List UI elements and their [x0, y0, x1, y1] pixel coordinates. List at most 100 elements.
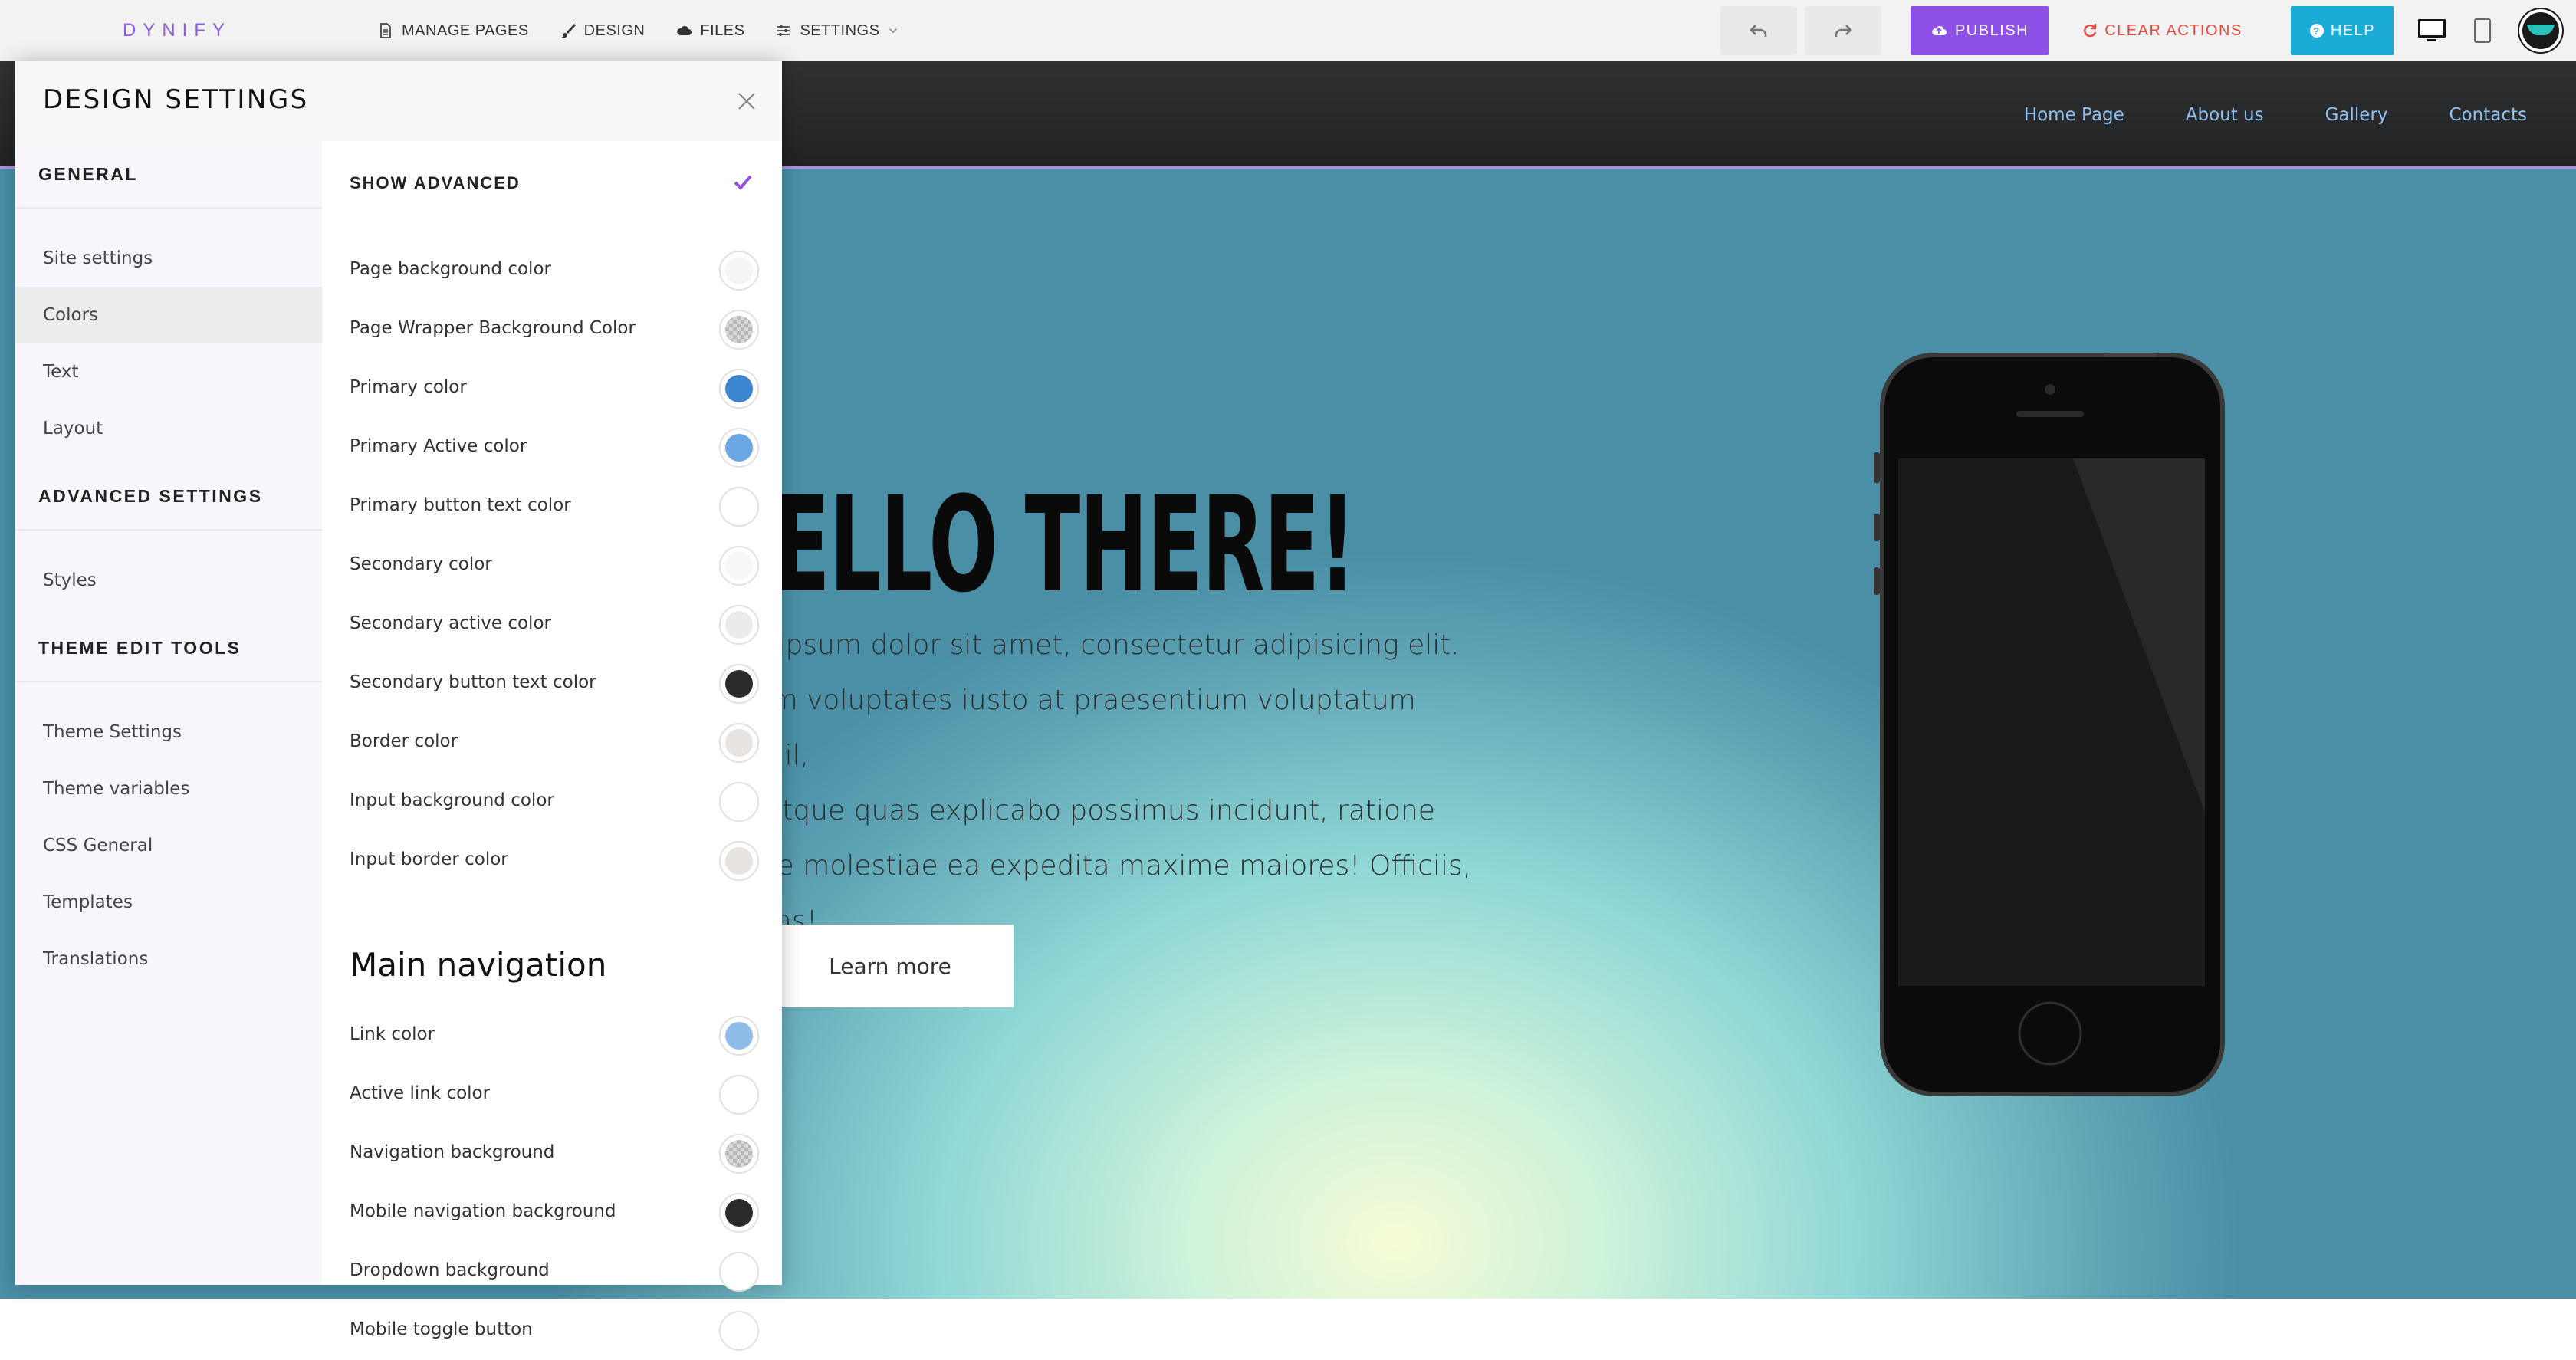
sidebar-item-styles[interactable]: Styles — [15, 552, 322, 609]
sidebar-heading-general: GENERAL — [38, 164, 138, 184]
sidebar-item-css-general[interactable]: CSS General — [15, 817, 322, 874]
hero-title[interactable]: ELLO THERE! — [774, 468, 1356, 622]
menu-files-label: FILES — [700, 21, 745, 39]
sidebar-item-text[interactable]: Text — [15, 343, 322, 400]
learn-more-button[interactable]: Learn more — [767, 925, 1014, 1007]
color-setting-label: Secondary active color — [350, 613, 551, 633]
color-setting-label: Link color — [350, 1024, 435, 1044]
menu-manage-pages[interactable]: MANAGE PAGES — [377, 22, 529, 40]
color-swatch[interactable] — [719, 664, 759, 704]
color-swatch-fill — [725, 1199, 753, 1227]
color-swatch-fill — [725, 434, 753, 462]
color-swatch[interactable] — [719, 546, 759, 586]
color-swatch[interactable] — [719, 369, 759, 409]
sidebar-item-theme-settings[interactable]: Theme Settings — [15, 704, 322, 760]
site-nav-gallery[interactable]: Gallery — [2325, 105, 2388, 125]
main-navigation-heading: Main navigation — [350, 946, 607, 984]
color-swatch[interactable] — [719, 841, 759, 881]
sidebar-item-site-settings[interactable]: Site settings — [15, 230, 322, 287]
help-button[interactable]: ? HELP — [2291, 6, 2394, 55]
top-toolbar: DYNIFY MANAGE PAGES DESIGN FILES SETTING… — [0, 0, 2576, 61]
phone-image[interactable] — [1874, 353, 2226, 1104]
color-swatch-fill — [725, 1317, 753, 1345]
sidebar-item-templates[interactable]: Templates — [15, 874, 322, 931]
color-setting-label: Page background color — [350, 259, 551, 279]
menu-manage-pages-label: MANAGE PAGES — [402, 21, 529, 39]
color-setting-row: Border color — [322, 713, 782, 772]
color-setting-label: Navigation background — [350, 1142, 555, 1162]
publish-button[interactable]: PUBLISH — [1911, 6, 2049, 55]
site-nav-home[interactable]: Home Page — [2024, 105, 2124, 125]
color-setting-label: Primary button text color — [350, 495, 571, 515]
hero-paragraph[interactable]: m ipsum dolor sit amet, consectetur adip… — [742, 618, 1478, 949]
close-icon[interactable] — [731, 86, 762, 117]
avatar[interactable] — [2518, 8, 2564, 54]
help-label: HELP — [2330, 21, 2376, 39]
tablet-icon — [2474, 18, 2491, 43]
publish-label: PUBLISH — [1954, 21, 2029, 39]
document-icon — [380, 23, 391, 38]
color-swatch-fill — [725, 552, 753, 580]
cloud-icon — [677, 25, 692, 35]
color-swatch[interactable] — [719, 723, 759, 763]
sidebar-item-layout[interactable]: Layout — [15, 400, 322, 457]
hero-line: s atque quas explicabo possimus incidunt… — [742, 795, 1435, 826]
tablet-view-button[interactable] — [2461, 6, 2504, 55]
color-setting-label: Primary color — [350, 377, 467, 397]
sidebar-heading-theme-tools: THEME EDIT TOOLS — [38, 638, 242, 658]
color-swatch-fill — [725, 375, 753, 402]
color-swatch-fill — [725, 847, 753, 875]
user-avatar-icon — [2519, 9, 2562, 52]
color-swatch[interactable] — [719, 1311, 759, 1351]
color-swatch-fill — [725, 611, 753, 639]
menu-files[interactable]: FILES — [675, 22, 744, 40]
color-setting-row: Secondary button text color — [322, 654, 782, 713]
color-setting-row: Page Wrapper Background Color — [322, 300, 782, 359]
color-setting-label: Input border color — [350, 849, 508, 869]
sidebar-item-translations[interactable]: Translations — [15, 931, 322, 987]
chevron-down-icon — [889, 28, 898, 34]
color-swatch[interactable] — [719, 782, 759, 822]
color-setting-row: Dropdown background — [322, 1242, 782, 1301]
design-settings-panel: DESIGN SETTINGS GENERAL Site settings Co… — [15, 61, 782, 1351]
color-swatch[interactable] — [719, 1075, 759, 1115]
hero-line: m ipsum dolor sit amet, consectetur adip… — [742, 629, 1460, 661]
desktop-icon — [2418, 19, 2446, 41]
color-swatch-fill — [725, 257, 753, 284]
color-swatch[interactable] — [719, 605, 759, 645]
color-swatch[interactable] — [719, 1134, 759, 1174]
color-setting-row: Active link color — [322, 1065, 782, 1124]
color-setting-row: Primary button text color — [322, 477, 782, 536]
color-swatch[interactable] — [719, 310, 759, 350]
color-setting-row: Link color — [322, 1006, 782, 1065]
color-swatch[interactable] — [719, 487, 759, 527]
menu-design[interactable]: DESIGN — [560, 22, 646, 40]
color-setting-row: Page background color — [322, 241, 782, 300]
color-swatch[interactable] — [719, 1016, 759, 1056]
color-setting-label: Dropdown background — [350, 1260, 550, 1280]
undo-button[interactable] — [1720, 6, 1797, 55]
menu-settings[interactable]: SETTINGS — [775, 22, 899, 40]
site-nav-links: Home Page About us Gallery Contacts — [2024, 61, 2527, 169]
color-swatch-fill — [725, 493, 753, 521]
sidebar-item-theme-variables[interactable]: Theme variables — [15, 760, 322, 817]
sidebar-item-colors[interactable]: Colors — [15, 287, 322, 343]
svg-text:?: ? — [2313, 25, 2320, 37]
desktop-view-button[interactable] — [2410, 6, 2453, 55]
clear-actions-button[interactable]: CLEAR ACTIONS — [2070, 6, 2254, 55]
site-nav-about[interactable]: About us — [2186, 105, 2264, 125]
color-swatch-fill — [725, 729, 753, 757]
color-swatch-fill — [725, 1081, 753, 1109]
refresh-icon — [2084, 24, 2097, 38]
redo-button[interactable] — [1805, 6, 1881, 55]
color-swatch[interactable] — [719, 428, 759, 468]
checkmark-icon[interactable] — [730, 169, 756, 195]
color-swatch[interactable] — [719, 251, 759, 291]
redo-icon — [1835, 25, 1852, 37]
color-swatch[interactable] — [719, 1252, 759, 1292]
color-setting-row: Mobile navigation background — [322, 1183, 782, 1242]
divider — [15, 529, 322, 531]
color-setting-row: Secondary active color — [322, 595, 782, 654]
site-nav-contacts[interactable]: Contacts — [2450, 105, 2527, 125]
color-swatch[interactable] — [719, 1193, 759, 1233]
